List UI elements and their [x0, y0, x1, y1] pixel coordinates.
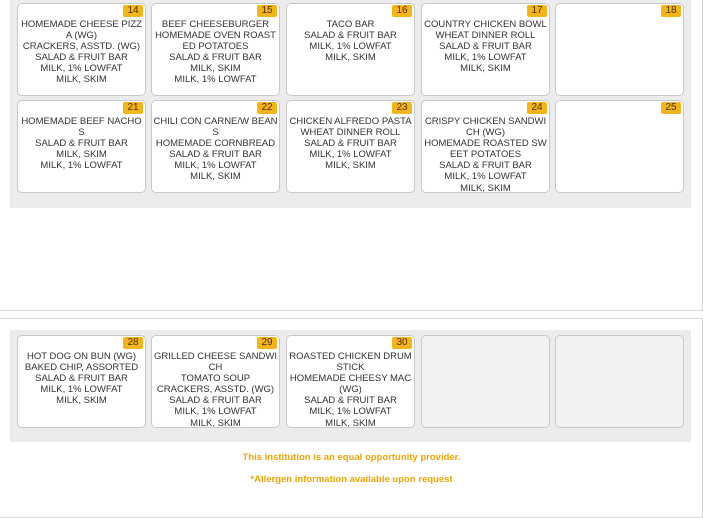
menu-item: MILK, SKIM	[460, 63, 511, 75]
menu-item: MILK, 1% LOWFAT	[309, 406, 392, 418]
menu-item: MILK, 1% LOWFAT	[174, 160, 257, 172]
day-number-badge: 28	[123, 337, 143, 349]
menu-item: MILK, 1% LOWFAT	[444, 52, 527, 64]
menu-item: SALAD & FRUIT BAR	[439, 160, 532, 172]
menu-item: SALAD & FRUIT BAR	[439, 41, 532, 53]
menu-item: SALAD & FRUIT BAR	[304, 138, 397, 150]
day-number-badge: 24	[527, 102, 547, 114]
day-number-badge: 21	[123, 102, 143, 114]
menu-item: HOT DOG ON BUN (WG)	[26, 351, 137, 362]
day-cell: 15 BEEF CHEESEBURGER HOMEMADE OVEN ROASTED…	[151, 3, 280, 96]
menu-item: MILK, 1% LOWFAT	[174, 406, 257, 418]
day-cell	[421, 335, 550, 428]
day-cell: 16 TACO BAR SALAD & FRUIT BAR MILK, 1% LOWF…	[286, 3, 415, 96]
menu-items-list: BEEF CHEESEBURGER HOMEMADE OVEN ROASTED P…	[152, 19, 279, 86]
menu-item: CRACKERS, ASSTD. (WG)	[156, 384, 275, 396]
menu-item: WHEAT DINNER ROLL	[300, 127, 401, 139]
menu-item: HOMEMADE BEEF NACHOS	[21, 116, 142, 139]
day-number-badge: 18	[661, 5, 681, 17]
day-number-badge: 29	[257, 337, 277, 349]
menu-item: MILK, 1% LOWFAT	[40, 63, 123, 75]
menu-items-list: COUNTRY CHICKEN BOWL WHEAT DINNER ROLL SAL…	[422, 19, 549, 74]
menu-item: SALAD & FRUIT BAR	[304, 395, 397, 407]
menu-item: MILK, SKIM	[56, 149, 107, 161]
menu-item: TACO BAR	[326, 19, 375, 30]
menu-item: MILK, SKIM	[460, 182, 511, 193]
allergen-notice: *Allergen information available upon req…	[250, 474, 453, 485]
menu-item: MILK, SKIM	[190, 63, 241, 75]
menu-item: SALAD & FRUIT BAR	[35, 373, 128, 385]
day-cell: 30 ROASTED CHICKEN DRUMSTICK HOMEMADE CHEE…	[286, 335, 415, 428]
menu-item: CHILI CON CARNE/W BEANS	[153, 116, 278, 139]
menu-item: MILK, SKIM	[56, 395, 107, 407]
menu-item: CRACKERS, ASSTD. (WG)	[22, 41, 141, 53]
day-cell: 14 HOMEMADE CHEESE PIZZA (WG) CRACKERS, AS…	[17, 3, 146, 96]
menu-item: SALAD & FRUIT BAR	[35, 52, 128, 64]
menu-item: MILK, 1% LOWFAT	[174, 74, 257, 86]
menu-item: MILK, SKIM	[56, 74, 107, 86]
menu-items-list: HOMEMADE CHEESE PIZZA (WG) CRACKERS, ASST…	[18, 19, 145, 86]
menu-item: MILK, 1% LOWFAT	[309, 149, 392, 161]
menu-items-list: CRISPY CHICKEN SANDWICH (WG) HOMEMADE ROA…	[422, 116, 549, 193]
day-cell: 22 CHILI CON CARNE/W BEANS HOMEMADE CORNBR…	[151, 100, 280, 193]
day-cell: 28 HOT DOG ON BUN (WG) BAKED CHIP, ASSORTE…	[17, 335, 146, 428]
day-number-badge: 25	[661, 102, 681, 114]
menu-item: MILK, 1% LOWFAT	[309, 41, 392, 53]
day-number-badge: 14	[123, 5, 143, 17]
menu-item: SALAD & FRUIT BAR	[304, 30, 397, 42]
menu-items-list: TACO BAR SALAD & FRUIT BAR MILK, 1% LOWFAT…	[287, 19, 414, 63]
menu-item: HOMEMADE CHEESY MAC (WG)	[289, 373, 412, 396]
day-cell: 29 GRILLED CHEESE SANDWICH TOMATO SOUP CRAC…	[151, 335, 280, 428]
day-cell: 21 HOMEMADE BEEF NACHOS SALAD & FRUIT BAR M…	[17, 100, 146, 193]
menu-item: MILK, 1% LOWFAT	[40, 384, 123, 396]
menu-items-list: CHILI CON CARNE/W BEANS HOMEMADE CORNBREA…	[152, 116, 279, 183]
day-number-badge: 30	[392, 337, 412, 349]
day-cell: 17 COUNTRY CHICKEN BOWL WHEAT DINNER ROLL S…	[421, 3, 550, 96]
menu-item: MILK, 1% LOWFAT	[40, 160, 123, 172]
menu-item: COUNTRY CHICKEN BOWL	[424, 19, 547, 30]
menu-item: HOMEMADE OVEN ROASTED POTATOES	[155, 30, 276, 53]
day-cell: 23 CHICKEN ALFREDO PASTA WHEAT DINNER ROLL…	[286, 100, 415, 193]
day-cell: 25	[555, 100, 684, 193]
menu-item: HOMEMADE ROASTED SWEET POTATOES	[424, 138, 547, 161]
menu-items-list: HOT DOG ON BUN (WG) BAKED CHIP, ASSORTED S…	[18, 351, 145, 406]
menu-item: BAKED CHIP, ASSORTED	[24, 362, 139, 374]
menu-item: MILK, SKIM	[190, 417, 241, 428]
menu-item: SALAD & FRUIT BAR	[169, 149, 262, 161]
menu-item: SALAD & FRUIT BAR	[35, 138, 128, 150]
menu-item: CRISPY CHICKEN SANDWICH (WG)	[424, 116, 547, 139]
day-number-badge: 22	[257, 102, 277, 114]
day-cell: 24 CRISPY CHICKEN SANDWICH (WG) HOMEMADE R…	[421, 100, 550, 193]
day-number-badge: 16	[392, 5, 412, 17]
menu-item: MILK, 1% LOWFAT	[444, 171, 527, 183]
menu-item: SALAD & FRUIT BAR	[169, 52, 262, 64]
day-cell: 18	[555, 3, 684, 96]
menu-items-list: CHICKEN ALFREDO PASTA WHEAT DINNER ROLL SA…	[287, 116, 414, 171]
menu-item: TOMATO SOUP	[180, 373, 251, 385]
menu-items-list: HOMEMADE BEEF NACHOS SALAD & FRUIT BAR MIL…	[18, 116, 145, 171]
menu-item: HOMEMADE CORNBREAD	[155, 138, 276, 150]
menu-items-list: ROASTED CHICKEN DRUMSTICK HOMEMADE CHEESY…	[287, 351, 414, 428]
menu-item: GRILLED CHEESE SANDWICH	[154, 351, 277, 374]
day-cell	[555, 335, 684, 428]
menu-item: HOMEMADE CHEESE PIZZA (WG)	[21, 19, 142, 42]
menu-item: ROASTED CHICKEN DRUMSTICK	[289, 351, 412, 374]
menu-item: MILK, SKIM	[325, 417, 376, 428]
menu-item: BEEF CHEESEBURGER	[161, 19, 270, 30]
menu-item: MILK, SKIM	[325, 52, 376, 64]
menu-item: WHEAT DINNER ROLL	[435, 30, 536, 42]
menu-items-list: GRILLED CHEESE SANDWICH TOMATO SOUP CRACKE…	[152, 351, 279, 428]
menu-item: SALAD & FRUIT BAR	[169, 395, 262, 407]
day-number-badge: 17	[527, 5, 547, 17]
day-number-badge: 15	[257, 5, 277, 17]
menu-item: MILK, SKIM	[190, 171, 241, 183]
equal-opportunity-notice: This institution is an equal opportunity…	[242, 452, 461, 463]
day-number-badge: 23	[392, 102, 412, 114]
menu-item: CHICKEN ALFREDO PASTA	[289, 116, 412, 127]
menu-item: MILK, SKIM	[325, 160, 376, 172]
